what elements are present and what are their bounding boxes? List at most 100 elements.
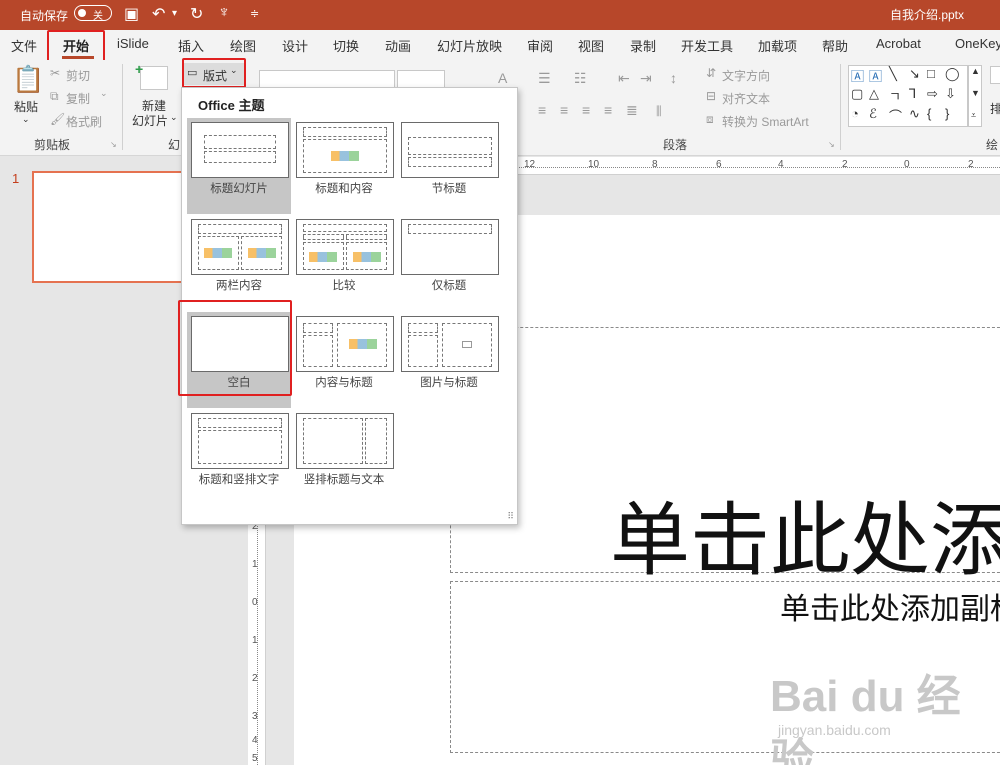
slide-thumbnail[interactable] [32,171,192,283]
content-placeholder-icon [204,248,232,258]
justify-icon[interactable]: ≡ [604,102,612,118]
subtitle-placeholder-text[interactable]: 单击此处添加副标 [780,584,1000,628]
scroll-up-icon[interactable]: ▲ [971,66,980,76]
customize-qat-icon[interactable]: ≑ [250,7,259,20]
shapes-gallery[interactable]: 🄰 🄰 ╲ ↘ □ ◯ ▢ △ ㄱ ⅂ ⇨ ⇩ ◔ ℰ ⌒ ∿ { } [848,65,968,127]
align-center-icon[interactable]: ≡ [560,102,568,118]
arc-shape-icon[interactable]: ⌒ [889,106,902,125]
tab-transitions[interactable]: 切换 [333,36,359,55]
numbering-icon[interactable]: ☷ [574,70,587,87]
layout-title-only[interactable]: 仅标题 [397,215,501,311]
paste-button[interactable]: 粘贴 [14,98,38,115]
layout-picture-caption[interactable]: 图片与标题 [397,312,501,408]
tab-acrobat[interactable]: Acrobat [876,36,921,51]
paste-icon[interactable]: 📋 [12,64,44,95]
clipboard-launcher-icon[interactable]: ↘ [110,140,117,149]
tab-design[interactable]: 设计 [282,36,308,55]
layout-preview [296,219,394,275]
decrease-indent-icon[interactable]: ⇤ [618,70,630,87]
ruler-label: 0 [252,597,258,608]
tab-animations[interactable]: 动画 [385,36,411,55]
elbow-arrow-shape-icon[interactable]: ⅂ [909,86,916,102]
tab-addins[interactable]: 加载项 [758,36,797,55]
down-arrow-shape-icon[interactable]: ⇩ [945,86,956,102]
increase-indent-icon[interactable]: ⇥ [640,70,652,87]
brush-icon: 🖌 [50,112,66,126]
tab-view[interactable]: 视图 [578,36,604,55]
tab-islide[interactable]: iSlide [117,36,149,51]
tab-record[interactable]: 录制 [630,36,656,55]
shapes-scrollbar[interactable]: ▲ ▼ ⩡ [968,65,982,127]
tab-insert[interactable]: 插入 [178,36,204,55]
text-direction-button[interactable]: 文字方向 [722,67,770,84]
vertical-textbox-shape-icon[interactable]: 🄰 [869,66,882,85]
convert-smartart-button[interactable]: 转换为 SmartArt [722,113,809,130]
new-slide-label-2[interactable]: 幻灯片 [132,112,168,129]
layout-title-content[interactable]: 标题和内容 [292,118,396,214]
align-right-icon[interactable]: ≡ [582,102,590,118]
resize-grip-icon[interactable]: ⠿ [507,511,514,522]
paragraph-launcher-icon[interactable]: ↘ [828,140,835,149]
curve-shape-icon[interactable]: ∿ [909,106,920,122]
oval-shape-icon[interactable]: ◯ [945,66,960,82]
paste-dropdown-icon[interactable]: ⌄ [22,114,30,125]
layout-title-slide[interactable]: 标题幻灯片 [187,118,291,214]
line-shape-icon[interactable]: ╲ [889,66,897,82]
right-arrow-shape-icon[interactable]: ⇨ [927,86,938,102]
increase-font-icon[interactable]: A [498,70,507,86]
save-icon[interactable]: ▣ [124,4,139,24]
freeform-shape-icon[interactable]: ℰ [869,106,877,122]
arrange-button[interactable]: 排 [990,100,1000,117]
copy-button[interactable]: 复制 [66,90,90,107]
tab-file[interactable]: 文件 [11,36,37,55]
triangle-shape-icon[interactable]: △ [869,86,879,102]
elbow-connector-shape-icon[interactable]: ㄱ [889,86,901,105]
present-icon[interactable]: ♆ [218,4,230,22]
tab-developer[interactable]: 开发工具 [681,36,733,55]
rounded-rect-shape-icon[interactable]: ▢ [851,86,863,102]
gallery-expand-icon[interactable]: ⩡ [971,110,976,121]
align-text-button[interactable]: 对齐文本 [722,90,770,107]
rectangle-shape-icon[interactable]: □ [927,66,935,81]
ruler-label: 2 [842,159,848,170]
tab-draw[interactable]: 绘图 [230,36,256,55]
tab-review[interactable]: 审阅 [527,36,553,55]
align-left-icon[interactable]: ≡ [538,102,546,118]
layout-preview-box [365,418,387,464]
undo-dropdown-icon[interactable]: ▾ [172,8,177,19]
pie-shape-icon[interactable]: ◔ [851,106,859,121]
layout-preview-box [408,335,438,367]
arrange-icon[interactable] [990,66,1000,84]
layout-section-header[interactable]: 节标题 [397,118,501,214]
bullets-icon[interactable]: ☰ [538,70,551,87]
format-painter-button[interactable]: 格式刷 [66,113,102,130]
scroll-down-icon[interactable]: ▼ [971,88,980,98]
layout-preview-box [204,151,276,163]
redo-icon[interactable]: ↻ [190,4,203,24]
right-brace-shape-icon[interactable]: } [945,106,949,121]
tab-slideshow[interactable]: 幻灯片放映 [437,36,502,55]
cut-button[interactable]: 剪切 [66,67,90,84]
title-placeholder-text[interactable]: 单击此处添 [610,476,1000,592]
tab-onekey[interactable]: OneKey [955,36,1000,51]
tab-help[interactable]: 帮助 [822,36,848,55]
new-slide-icon[interactable]: + [135,61,168,90]
layout-two-content[interactable]: 两栏内容 [187,215,291,311]
autosave-toggle[interactable]: 关 [74,5,112,22]
distribute-icon[interactable]: ≣ [626,102,638,119]
copy-dropdown-icon[interactable]: ⌄ [100,88,108,99]
new-slide-dropdown-icon[interactable]: ⌄ [170,112,178,123]
ruler-label: 1 [252,559,258,570]
layout-content-caption[interactable]: 内容与标题 [292,312,396,408]
columns-icon[interactable]: ⫼ [656,104,662,119]
left-brace-shape-icon[interactable]: { [927,106,931,121]
arrow-line-shape-icon[interactable]: ↘ [909,66,920,82]
ruler-label: 4 [252,735,258,746]
undo-icon[interactable]: ↶ [152,4,165,24]
textbox-shape-icon[interactable]: 🄰 [851,66,864,85]
layout-title-vertical-text[interactable]: 标题和竖排文字 [187,409,291,505]
layout-vertical-title-text[interactable]: 竖排标题与文本 [292,409,396,505]
layout-comparison[interactable]: 比较 [292,215,396,311]
layout-label: 标题和内容 [315,183,373,195]
line-spacing-icon[interactable]: ↕ [670,70,677,86]
